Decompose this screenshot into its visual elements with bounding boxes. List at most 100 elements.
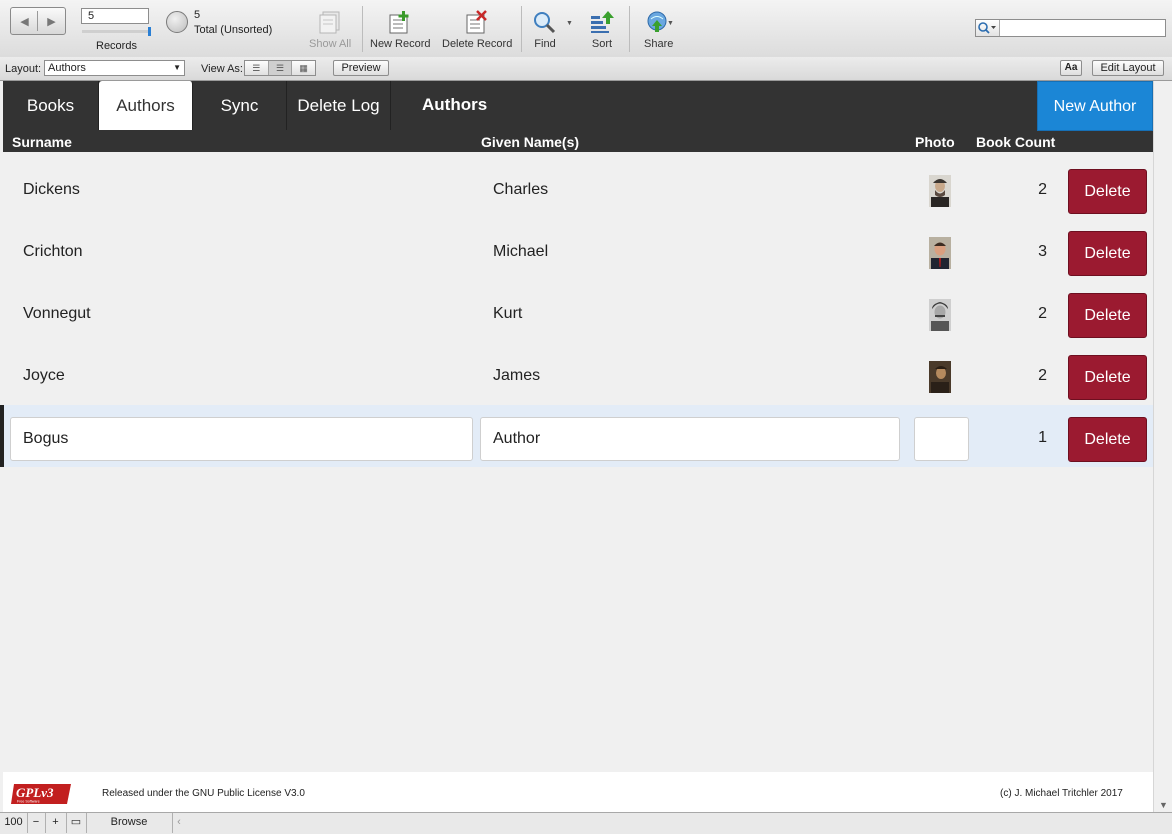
given-name-field[interactable]: Author xyxy=(480,417,900,461)
column-book-count: Book Count xyxy=(976,134,1056,150)
photo-container-field[interactable] xyxy=(914,417,969,461)
current-record-field[interactable]: 5 xyxy=(81,8,149,24)
edit-layout-button[interactable]: Edit Layout xyxy=(1092,60,1164,76)
table-row[interactable]: Joyce James 2 Delete xyxy=(3,343,1153,405)
found-count: 5 xyxy=(194,9,201,21)
tab-authors[interactable]: Authors xyxy=(99,81,193,130)
layout-bar: Layout: Authors ▼ View As: ☰ ☰ ▦ Preview… xyxy=(0,57,1172,81)
record-slider-thumb[interactable] xyxy=(148,27,151,36)
show-all-icon xyxy=(319,11,340,34)
book-count: 2 xyxy=(1038,367,1047,384)
footer: GPLv3 Free Software Released under the G… xyxy=(3,772,1153,812)
found-status: Total (Unsorted) xyxy=(194,24,273,36)
find-button[interactable]: Find xyxy=(532,10,558,50)
table-row[interactable]: Crichton Michael 3 Delete xyxy=(3,219,1153,281)
surname-field[interactable]: Dickens xyxy=(23,181,80,199)
given-name-field[interactable]: Charles xyxy=(493,181,548,199)
sort-button[interactable]: Sort xyxy=(589,10,615,50)
surname-field[interactable]: Bogus xyxy=(10,417,473,461)
book-spine xyxy=(37,11,38,31)
new-record-label: New Record xyxy=(370,38,431,50)
new-author-button[interactable]: New Author xyxy=(1037,81,1153,131)
table-row-current[interactable]: Bogus Author 1 Delete xyxy=(0,405,1153,467)
show-all-button[interactable]: Show All xyxy=(309,10,351,50)
surname-field[interactable]: Joyce xyxy=(23,367,65,385)
quick-find-field[interactable] xyxy=(975,19,1166,37)
share-dropdown-icon[interactable]: ▼ xyxy=(667,20,674,27)
zoom-out-icon[interactable]: − xyxy=(27,813,46,833)
zoom-in-icon[interactable]: + xyxy=(45,813,67,833)
mode-indicator[interactable]: Browse xyxy=(86,813,173,833)
new-record-button[interactable]: New Record xyxy=(370,10,431,50)
book-count: 1 xyxy=(1038,429,1047,446)
surname-field[interactable]: Vonnegut xyxy=(23,305,91,323)
status-toolbar: ◀ ▶ 5 Records 5 Total (Unsorted) Show Al… xyxy=(0,0,1172,58)
author-photo[interactable] xyxy=(929,299,951,331)
zoom-level[interactable]: 100 xyxy=(0,813,28,833)
column-surname: Surname xyxy=(12,134,72,150)
current-record-indicator xyxy=(0,405,4,467)
preview-button[interactable]: Preview xyxy=(333,60,389,76)
scroll-left-icon[interactable]: ‹ xyxy=(172,813,186,833)
gpl-logo-subtext: Free Software xyxy=(17,800,40,804)
scroll-down-icon[interactable]: ▼ xyxy=(1159,800,1168,810)
given-name-field[interactable]: James xyxy=(493,367,540,385)
show-all-label: Show All xyxy=(309,38,352,50)
tab-books[interactable]: Books xyxy=(3,81,99,130)
quick-find-options-button[interactable] xyxy=(976,20,1000,36)
next-record-icon[interactable]: ▶ xyxy=(47,15,55,28)
layout-select-value: Authors xyxy=(48,62,86,74)
column-photo: Photo xyxy=(915,134,955,150)
record-slider[interactable] xyxy=(82,30,150,33)
sort-label: Sort xyxy=(591,38,613,50)
delete-button[interactable]: Delete xyxy=(1068,231,1147,276)
find-label: Find xyxy=(534,38,556,50)
new-record-icon xyxy=(389,11,409,34)
gpl-logo: GPLv3 Free Software xyxy=(11,784,71,804)
delete-record-label: Delete Record xyxy=(442,38,513,50)
copyright-text: (c) J. Michael Tritchler 2017 xyxy=(1000,788,1123,799)
delete-button[interactable]: Delete xyxy=(1068,169,1147,214)
author-photo[interactable] xyxy=(929,361,951,393)
share-button[interactable]: Share xyxy=(644,10,673,50)
author-photo[interactable] xyxy=(929,175,951,207)
delete-button[interactable]: Delete xyxy=(1068,417,1147,462)
tab-sync[interactable]: Sync xyxy=(193,81,287,130)
gpl-logo-text: GPLv3 xyxy=(16,785,54,800)
delete-button[interactable]: Delete xyxy=(1068,293,1147,338)
book-count: 2 xyxy=(1038,305,1047,322)
vertical-scrollbar[interactable]: ▼ xyxy=(1153,81,1172,812)
list-view-icon[interactable]: ☰ xyxy=(268,61,293,75)
view-as-label: View As: xyxy=(201,63,243,75)
layout-select[interactable]: Authors ▼ xyxy=(44,60,185,76)
given-name-field[interactable]: Michael xyxy=(493,243,548,261)
delete-button[interactable]: Delete xyxy=(1068,355,1147,400)
column-header: Surname Given Name(s) Photo Book Count xyxy=(3,131,1153,152)
license-text: Released under the GNU Public License V3… xyxy=(102,788,305,799)
toolbar-divider xyxy=(521,6,522,52)
table-view-icon[interactable]: ▦ xyxy=(292,61,316,75)
author-photo[interactable] xyxy=(929,237,951,269)
surname-field[interactable]: Crichton xyxy=(23,243,83,261)
chevron-down-icon: ▼ xyxy=(173,63,181,72)
form-view-icon[interactable]: ☰ xyxy=(245,61,269,75)
record-book-navigator[interactable]: ◀ ▶ xyxy=(10,7,66,35)
table-row[interactable]: Dickens Charles 2 Delete xyxy=(3,157,1153,219)
text-format-button[interactable]: Aa xyxy=(1060,60,1082,76)
search-input[interactable] xyxy=(1000,20,1164,36)
previous-record-icon[interactable]: ◀ xyxy=(20,15,28,28)
view-as-switcher[interactable]: ☰ ☰ ▦ xyxy=(244,60,316,76)
layout-label: Layout: xyxy=(5,63,42,75)
delete-record-button[interactable]: Delete Record xyxy=(442,10,512,50)
find-dropdown-icon[interactable]: ▼ xyxy=(566,20,573,27)
book-count: 2 xyxy=(1038,181,1047,198)
sort-icon xyxy=(591,11,614,33)
table-row[interactable]: Vonnegut Kurt 2 Delete xyxy=(3,281,1153,343)
status-bar: 100 − + ▭ Browse ‹ xyxy=(0,812,1172,834)
toolbar-divider xyxy=(362,6,363,52)
given-name-field[interactable]: Kurt xyxy=(493,305,522,323)
page-title: Authors xyxy=(422,95,488,114)
toggle-toolbar-icon[interactable]: ▭ xyxy=(66,813,87,833)
tab-delete-log[interactable]: Delete Log xyxy=(287,81,391,130)
toolbar-divider xyxy=(629,6,630,52)
